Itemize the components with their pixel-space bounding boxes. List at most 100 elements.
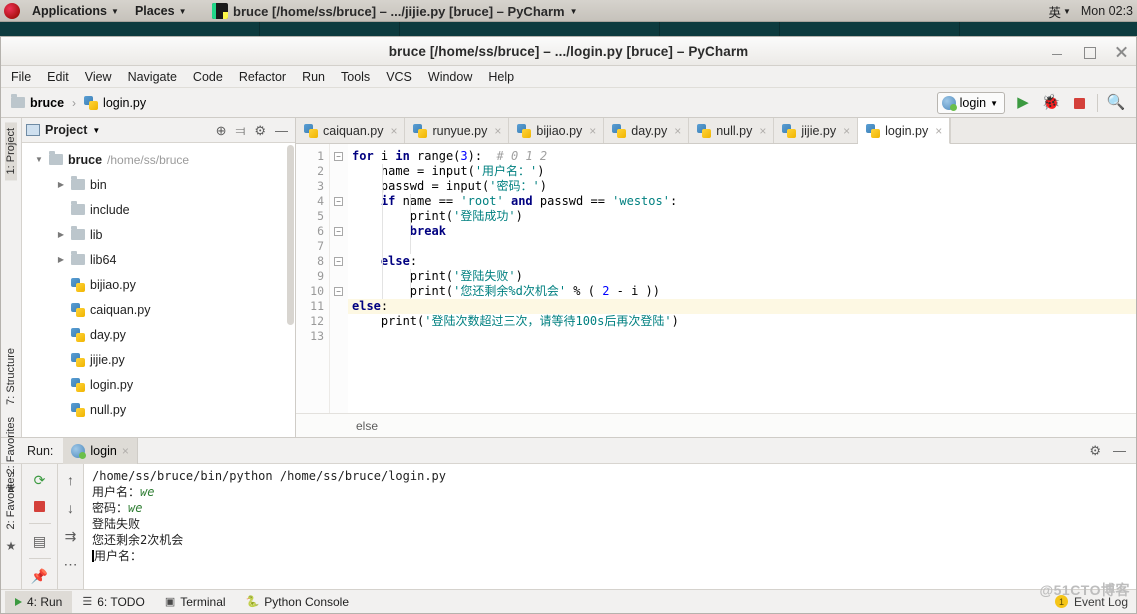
menu-file[interactable]: File (3, 68, 39, 86)
console-output[interactable]: /home/ss/bruce/bin/python /home/ss/bruce… (84, 464, 1136, 589)
toolbar-divider (28, 558, 51, 559)
tree-item-caiquan-py[interactable]: ▶ caiquan.py (22, 297, 295, 322)
tree-item-login-py[interactable]: ▶ login.py (22, 372, 295, 397)
event-log-button[interactable]: Event Log (1074, 595, 1128, 609)
gnome-places-menu[interactable]: Places ▼ (127, 0, 195, 22)
close-icon[interactable]: × (589, 124, 596, 138)
editor-tab-runyue-py[interactable]: runyue.py × (405, 118, 510, 143)
pin-icon[interactable]: 📌 (28, 564, 52, 588)
run-tab-login[interactable]: login × (63, 437, 138, 464)
status-bar-item-run[interactable]: 4: Run (5, 590, 73, 613)
search-everywhere-button[interactable]: 🔍 (1106, 93, 1126, 113)
gnome-clock[interactable]: Mon 02:3 (1073, 4, 1133, 18)
breadcrumb-project[interactable]: bruce (7, 94, 68, 112)
fold-marker-icon[interactable]: − (334, 227, 343, 236)
rerun-icon[interactable]: ⟳ (28, 468, 52, 492)
run-button[interactable]: ▶ (1013, 93, 1033, 113)
gear-icon[interactable]: ⚙ (254, 124, 266, 137)
menu-vcs[interactable]: VCS (378, 68, 420, 86)
close-icon[interactable]: × (390, 124, 397, 138)
scroll-down-icon[interactable]: ↓ (59, 496, 83, 520)
editor-breadcrumb: else (296, 413, 1136, 437)
run-configuration-selector[interactable]: login ▼ (936, 91, 1005, 114)
editor-tab-null-py[interactable]: null.py × (689, 118, 775, 143)
menu-window[interactable]: Window (420, 68, 480, 86)
tree-item-bin[interactable]: ▶ bin (22, 172, 295, 197)
breadcrumb-file[interactable]: login.py (80, 94, 150, 112)
hide-icon[interactable]: — (1113, 444, 1126, 457)
fold-marker-icon[interactable]: − (334, 152, 343, 161)
menu-view[interactable]: View (77, 68, 120, 86)
tool-window-button-project[interactable]: 1: Project (5, 122, 17, 181)
minimize-button[interactable] (1050, 45, 1064, 59)
stop-button[interactable] (28, 494, 52, 518)
editor-tab-day-py[interactable]: day.py × (604, 118, 690, 143)
expand-icon[interactable]: ⋯ (59, 552, 83, 576)
close-icon[interactable]: × (935, 124, 942, 138)
editor-tab-login-py[interactable]: login.py × (858, 118, 951, 144)
close-icon[interactable]: × (759, 124, 766, 138)
tree-item-lib[interactable]: ▶ lib (22, 222, 295, 247)
tree-item-day-py[interactable]: ▶ day.py (22, 322, 295, 347)
editor-tab-jijie-py[interactable]: jijie.py × (774, 118, 859, 143)
pycharm-icon (212, 3, 228, 19)
tree-item-lib64[interactable]: ▶ lib64 (22, 247, 295, 272)
hide-icon[interactable]: — (275, 124, 288, 137)
editor-tab-bijiao-py[interactable]: bijiao.py × (509, 118, 605, 143)
favorites-star-icon[interactable]: ★ (6, 539, 17, 553)
chevron-down-icon[interactable]: ▼ (92, 127, 100, 135)
chevron-right-icon[interactable]: ▶ (56, 230, 66, 239)
tree-item-bruce[interactable]: ▼ bruce /home/ss/bruce (22, 147, 295, 172)
tree-item-null-py[interactable]: ▶ null.py (22, 397, 295, 422)
fold-marker-icon[interactable]: − (334, 287, 343, 296)
tree-item-bijiao-py[interactable]: ▶ bijiao.py (22, 272, 295, 297)
line-number: 6 (317, 224, 324, 238)
gnome-applications-menu[interactable]: Applications ▼ (24, 0, 127, 22)
locate-icon[interactable]: ⊕ (216, 124, 227, 137)
menu-code[interactable]: Code (185, 68, 231, 86)
gnome-active-window[interactable]: bruce [/home/ss/bruce] – .../jijie.py [b… (212, 0, 578, 22)
close-icon[interactable]: × (494, 124, 501, 138)
fold-marker-icon[interactable]: − (334, 257, 343, 266)
input-method-indicator[interactable]: 英 (1048, 2, 1061, 21)
soft-wrap-icon[interactable]: ⇉ (59, 524, 83, 548)
maximize-button[interactable] (1082, 45, 1096, 59)
line-number-gutter: 1 2 3 4 5 6 7 8 9 10 11 12 13 (296, 144, 330, 413)
chevron-right-icon[interactable]: ▶ (56, 180, 66, 189)
chevron-down-icon: ▼ (111, 6, 119, 16)
tree-item-jijie-py[interactable]: ▶ jijie.py (22, 347, 295, 372)
close-icon[interactable]: × (843, 124, 850, 138)
status-bar-item-todo[interactable]: ☰ 6: TODO (72, 591, 154, 613)
close-icon[interactable]: × (674, 124, 681, 138)
code-folding-gutter[interactable]: − − − − − (330, 144, 348, 413)
menu-run[interactable]: Run (294, 68, 333, 86)
status-bar-item-python-console[interactable]: 🐍 Python Console (236, 591, 359, 613)
print-icon[interactable]: ▤ (28, 529, 52, 553)
line-number: 10 (310, 284, 324, 298)
menu-tools[interactable]: Tools (333, 68, 378, 86)
tree-item-include[interactable]: ▶ include (22, 197, 295, 222)
menu-navigate[interactable]: Navigate (120, 68, 185, 86)
collapse-all-icon[interactable]: ⫤ (236, 124, 246, 137)
close-icon[interactable]: × (122, 444, 129, 458)
debug-button[interactable]: 🐞 (1041, 93, 1061, 113)
code-content[interactable]: for i in range(3): # 0 1 2 name = input(… (348, 144, 1136, 413)
tool-window-button-favorites-2[interactable]: 2: Favorites (5, 466, 17, 535)
menu-edit[interactable]: Edit (39, 68, 77, 86)
stop-button[interactable] (1069, 93, 1089, 113)
gear-icon[interactable]: ⚙ (1089, 444, 1101, 457)
menu-help[interactable]: Help (480, 68, 522, 86)
status-bar-item-terminal[interactable]: ▣ Terminal (155, 591, 236, 613)
close-button[interactable] (1114, 45, 1128, 59)
tool-window-button-structure[interactable]: 7: Structure (5, 342, 17, 411)
chevron-right-icon[interactable]: ▶ (56, 255, 66, 264)
project-tree-scrollbar[interactable] (287, 145, 294, 325)
editor-breadcrumb-label[interactable]: else (356, 419, 378, 433)
scroll-up-icon[interactable]: ↑ (59, 468, 83, 492)
menu-refactor[interactable]: Refactor (231, 68, 294, 86)
code-editor[interactable]: 1 2 3 4 5 6 7 8 9 10 11 12 13 − − − − − … (296, 144, 1136, 413)
fold-marker-icon[interactable]: − (334, 197, 343, 206)
chevron-down-icon[interactable]: ▼ (34, 155, 44, 164)
editor-tab-caiquan-py[interactable]: caiquan.py × (296, 118, 406, 143)
